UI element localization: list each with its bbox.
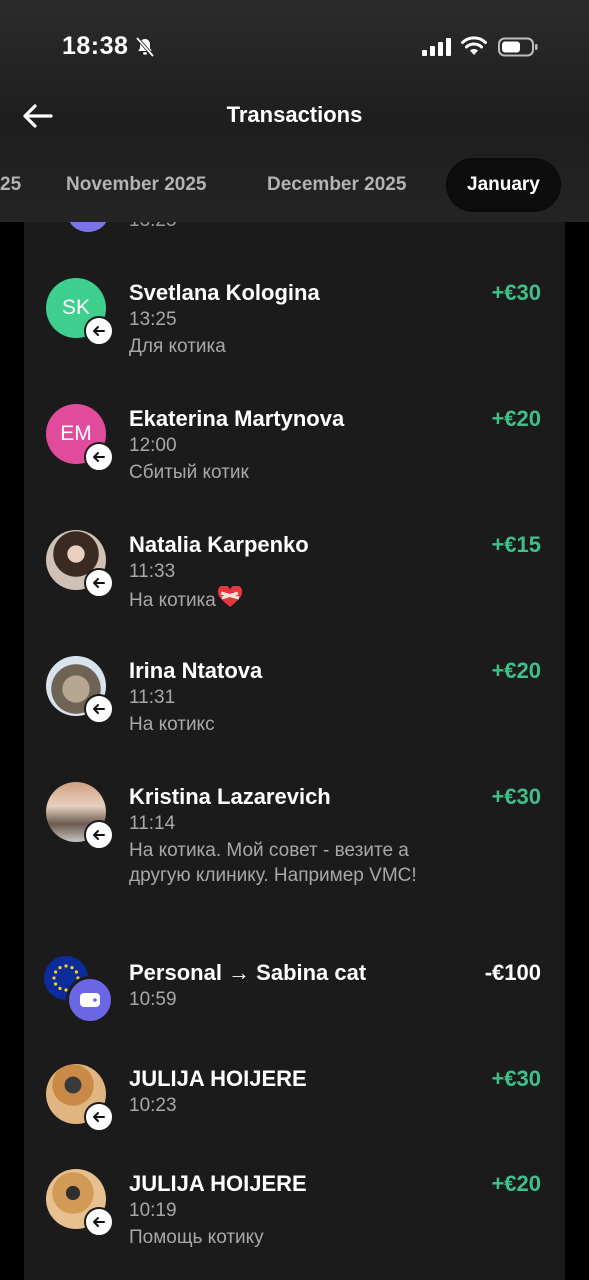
wallet-icon — [66, 976, 114, 1024]
wifi-icon — [461, 36, 487, 55]
bell-muted-icon — [135, 36, 155, 58]
transaction-time: 11:14 — [129, 813, 176, 834]
transaction-note: На котика. Мой совет - везите а другую к… — [129, 840, 417, 886]
transaction-amount: +€15 — [491, 532, 541, 557]
incoming-arrow-icon — [84, 1207, 114, 1237]
transaction-time: 13:25 — [129, 309, 177, 330]
status-time: 18:38 — [62, 32, 129, 60]
page-title: Transactions — [226, 102, 363, 127]
transaction-amount: +€30 — [491, 280, 541, 305]
tab-november-2025[interactable]: November 2025 — [66, 158, 206, 212]
cellular-signal-icon — [422, 38, 451, 56]
incoming-arrow-icon — [84, 316, 114, 346]
transaction-time: 12:00 — [129, 435, 177, 456]
incoming-arrow-icon — [84, 442, 114, 472]
transaction-time: 10:19 — [129, 1200, 177, 1221]
transaction-name: Ekaterina Martynova — [129, 406, 345, 431]
transaction-note: На котикс — [129, 714, 215, 735]
transaction-note: На котика — [129, 586, 469, 613]
transaction-amount: -€100 — [484, 960, 541, 985]
transaction-amount: +€20 — [491, 1171, 541, 1196]
transaction-name: Kristina Lazarevich — [129, 784, 331, 809]
transaction-time: 10:59 — [129, 989, 177, 1010]
transaction-time: 10:23 — [129, 1095, 177, 1116]
incoming-arrow-icon — [84, 568, 114, 598]
transaction-time: 11:31 — [129, 687, 176, 708]
transaction-amount: +€20 — [491, 658, 541, 683]
transaction-name: JULIJA HOIJERE — [129, 1171, 307, 1196]
transaction-list[interactable]: 13:25 SK Svetlana Kologina 13:25 Для кот… — [24, 222, 565, 1280]
incoming-arrow-icon — [84, 1102, 114, 1132]
tab-january[interactable]: January — [446, 158, 561, 212]
tab-previous-month[interactable]: 25 — [0, 158, 21, 212]
transaction-time: 13:25 — [129, 222, 177, 232]
mending-heart-icon — [217, 586, 242, 607]
transaction-name: Natalia Karpenko — [129, 532, 309, 557]
transaction-name: Svetlana Kologina — [129, 280, 320, 305]
transaction-note-text: На котика — [129, 590, 216, 611]
transaction-amount: +€30 — [491, 1066, 541, 1091]
header: 18:38 Transactions 25 November 2025 Dece… — [0, 0, 589, 222]
incoming-arrow-icon — [84, 820, 114, 850]
transaction-name: Irina Ntatova — [129, 658, 263, 683]
battery-icon — [498, 37, 538, 57]
incoming-arrow-icon — [84, 694, 114, 724]
transaction-amount: +€30 — [491, 784, 541, 809]
transaction-name: Personal → Sabina cat — [129, 960, 367, 985]
transaction-amount: +€20 — [491, 406, 541, 431]
transaction-name: JULIJA HOIJERE — [129, 1066, 307, 1091]
month-tabs: 25 November 2025 December 2025 January — [0, 158, 589, 212]
transaction-time: 11:33 — [129, 561, 176, 582]
avatar — [68, 222, 108, 232]
transaction-note: Для котика — [129, 336, 226, 357]
transaction-note: Помощь котику — [129, 1227, 264, 1248]
tab-december-2025[interactable]: December 2025 — [267, 158, 406, 212]
transaction-note: Сбитый котик — [129, 462, 249, 483]
